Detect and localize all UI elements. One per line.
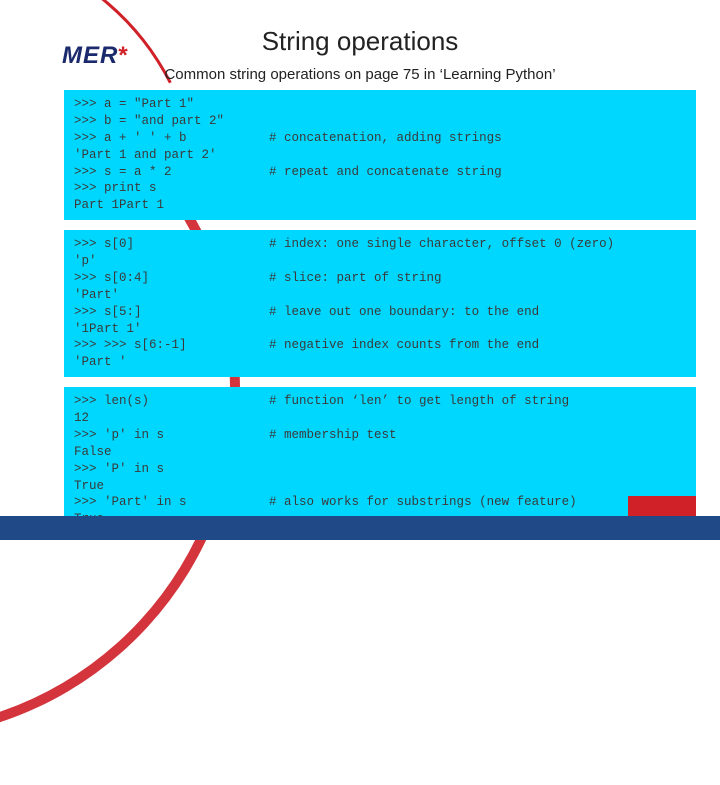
code-block-3: >>> len(s) # function ‘len’ to get lengt… [64,387,696,534]
code-block-1: >>> a = "Part 1" >>> b = "and part 2" >>… [64,90,696,220]
decorative-corner [628,496,696,516]
code-area: >>> a = "Part 1" >>> b = "and part 2" >>… [64,90,696,534]
code-block-2: >>> s[0] # index: one single character, … [64,230,696,377]
footer-bar [0,516,720,540]
slide-subtitle: Common string operations on page 75 in ‘… [0,66,720,83]
slide-title: String operations [0,26,720,57]
